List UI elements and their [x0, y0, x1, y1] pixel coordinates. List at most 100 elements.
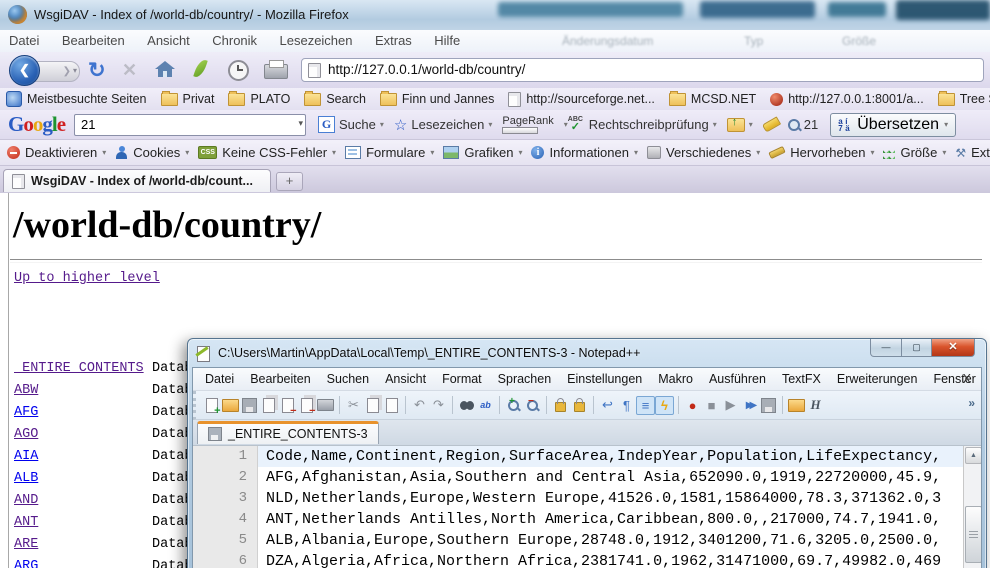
notepadpp-titlebar[interactable]: C:\Users\Martin\AppData\Local\Temp\_ENTI… [188, 339, 986, 367]
html-preview-icon[interactable]: H [806, 396, 825, 415]
devtool-forms[interactable]: Formulare▾ [345, 145, 434, 160]
entry-link[interactable]: ABW [14, 383, 38, 398]
entry-link[interactable]: ANT [14, 515, 38, 530]
sync-vertical-icon[interactable] [551, 396, 570, 415]
npp-menu-datei[interactable]: Datei [197, 372, 242, 386]
maximize-button[interactable]: ▢ [902, 339, 931, 357]
code-area[interactable]: 1Code,Name,Continent,Region,SurfaceArea,… [193, 446, 964, 568]
paste-icon[interactable] [382, 396, 401, 415]
vertical-scrollbar[interactable]: ▲ [963, 446, 981, 568]
bookmark-folder-search[interactable]: Search [304, 92, 366, 106]
find-icon[interactable] [457, 396, 476, 415]
notepadpp-editor[interactable]: 1Code,Name,Continent,Region,SurfaceArea,… [193, 446, 981, 568]
macro-save-icon[interactable] [759, 396, 778, 415]
entry-link[interactable]: ALB [14, 471, 38, 486]
reload-icon[interactable]: ↻ [88, 58, 106, 83]
google-search-button[interactable]: GSuche▾ [318, 116, 384, 133]
bookmark-folder-plato[interactable]: PLATO [228, 92, 290, 106]
toolbar-overflow-icon[interactable]: » [968, 396, 975, 410]
scroll-up-icon[interactable]: ▲ [965, 447, 981, 464]
devtool-css[interactable]: CSSKeine CSS-Fehler▾ [198, 145, 336, 160]
google-search-input[interactable] [79, 116, 278, 134]
open-file-icon[interactable] [221, 396, 240, 415]
bookmark-folder-finn-und-jannes[interactable]: Finn und Jannes [380, 92, 494, 106]
code-text[interactable]: DZA,Algeria,Africa,Northern Africa,23817… [258, 551, 964, 568]
devtool-information[interactable]: iInformationen▾ [531, 145, 638, 160]
cut-icon[interactable]: ✂ [344, 396, 363, 415]
word-find-button[interactable]: 21 [788, 117, 818, 132]
devtool-outline[interactable]: Hervorheben▾ [769, 145, 874, 160]
history-dropdown-icon[interactable]: ▾ [73, 66, 77, 75]
google-bookmarks-button[interactable]: ☆Lesezeichen▾ [394, 116, 492, 134]
zoom-out-icon[interactable] [523, 396, 542, 415]
menu-ansicht[interactable]: Ansicht [138, 30, 199, 48]
npp-menu-erweiterungen[interactable]: Erweiterungen [829, 372, 926, 386]
npp-menu-suchen[interactable]: Suchen [319, 372, 377, 386]
redo-icon[interactable]: ↷ [429, 396, 448, 415]
spellcheck-button[interactable]: Rechtschreibprüfung▾ [568, 117, 717, 132]
menu-datei[interactable]: Datei [0, 30, 48, 48]
zoom-in-icon[interactable] [504, 396, 523, 415]
entry-link[interactable]: AIA [14, 449, 38, 464]
entry-link[interactable]: AFG [14, 405, 38, 420]
undo-icon[interactable]: ↶ [410, 396, 429, 415]
history-clock-icon[interactable] [228, 60, 249, 81]
devtool-disable[interactable]: Deaktivieren▾ [7, 145, 106, 160]
close-file-icon[interactable] [278, 396, 297, 415]
save-all-icon[interactable] [259, 396, 278, 415]
word-wrap-icon[interactable]: ↩ [598, 396, 617, 415]
menu-chronik[interactable]: Chronik [203, 30, 266, 48]
new-file-icon[interactable] [202, 396, 221, 415]
copy-icon[interactable] [363, 396, 382, 415]
indent-guide-icon[interactable]: ≡ [636, 396, 655, 415]
scrollbar-thumb[interactable] [965, 506, 981, 563]
code-text[interactable]: AFG,Afghanistan,Asia,Southern and Centra… [258, 467, 964, 488]
menu-hilfe[interactable]: Hilfe [425, 30, 469, 48]
entry-link[interactable]: ARG [14, 559, 38, 568]
entry-link[interactable]: AGO [14, 427, 38, 442]
close-all-icon[interactable] [297, 396, 316, 415]
send-to-button[interactable]: ▾ [727, 118, 753, 132]
npp-menu-makro[interactable]: Makro [650, 372, 701, 386]
google-search-box[interactable]: ▾ [74, 114, 306, 136]
bookmark-localhost-8001[interactable]: http://127.0.0.1:8001/a... [770, 92, 924, 106]
save-icon[interactable] [240, 396, 259, 415]
code-text[interactable]: NLD,Netherlands,Europe,Western Europe,41… [258, 488, 964, 509]
npp-menu-help[interactable]: ? [984, 372, 990, 386]
close-button[interactable]: ✕ [931, 339, 975, 357]
macro-stop-icon[interactable]: ■ [702, 396, 721, 415]
minimize-button[interactable]: — [870, 339, 902, 357]
code-text[interactable]: ANT,Netherlands Antilles,North America,C… [258, 509, 964, 530]
tab-wsgidav[interactable]: WsgiDAV - Index of /world-db/count... [3, 169, 271, 192]
pagerank-widget[interactable]: PageRank [502, 115, 553, 134]
menu-extras[interactable]: Extras [366, 30, 421, 48]
devtool-cookies[interactable]: Cookies▾ [115, 145, 189, 160]
npp-menu-format[interactable]: Format [434, 372, 490, 386]
sync-horizontal-icon[interactable] [570, 396, 589, 415]
npp-menu-bearbeiten[interactable]: Bearbeiten [242, 372, 318, 386]
print-icon[interactable] [264, 64, 288, 79]
npp-tab-entire-contents[interactable]: _ENTIRE_CONTENTS-3 [197, 421, 379, 444]
macro-record-icon[interactable]: ● [683, 396, 702, 415]
bookmark-folder-mcsd[interactable]: MCSD.NET [669, 92, 756, 106]
url-bar[interactable]: http://127.0.0.1/world-db/country/ [301, 58, 984, 82]
npp-menu-fenster[interactable]: Fenster [925, 372, 983, 386]
highlighter-icon[interactable] [762, 116, 781, 132]
npp-menu-sprachen[interactable]: Sprachen [490, 372, 560, 386]
entry-link[interactable]: ENTIRE CONTENTS [14, 361, 144, 376]
back-button[interactable]: ❮ [9, 55, 40, 86]
bookmark-most-visited[interactable]: Meistbesuchte Seiten [6, 91, 147, 107]
bookmark-sourceforge[interactable]: http://sourceforge.net... [508, 92, 655, 107]
macro-play-icon[interactable]: ▶ [721, 396, 740, 415]
up-to-higher-level-link[interactable]: Up to higher level [14, 271, 160, 286]
menu-bearbeiten[interactable]: Bearbeiten [53, 30, 134, 48]
function-completion-icon[interactable]: ϟ [655, 396, 674, 415]
open-in-browser-icon[interactable] [787, 396, 806, 415]
devtool-resize[interactable]: Größe▾ [883, 145, 946, 160]
stop-icon[interactable]: ✕ [122, 60, 137, 81]
translate-button[interactable]: aí7ä Übersetzen ▾ [830, 113, 956, 137]
devtool-tools[interactable]: ⚒Extras▾ [955, 145, 990, 160]
leaf-extension-icon[interactable] [193, 58, 207, 79]
print-icon[interactable] [316, 396, 335, 415]
code-text[interactable]: Code,Name,Continent,Region,SurfaceArea,I… [258, 446, 964, 467]
